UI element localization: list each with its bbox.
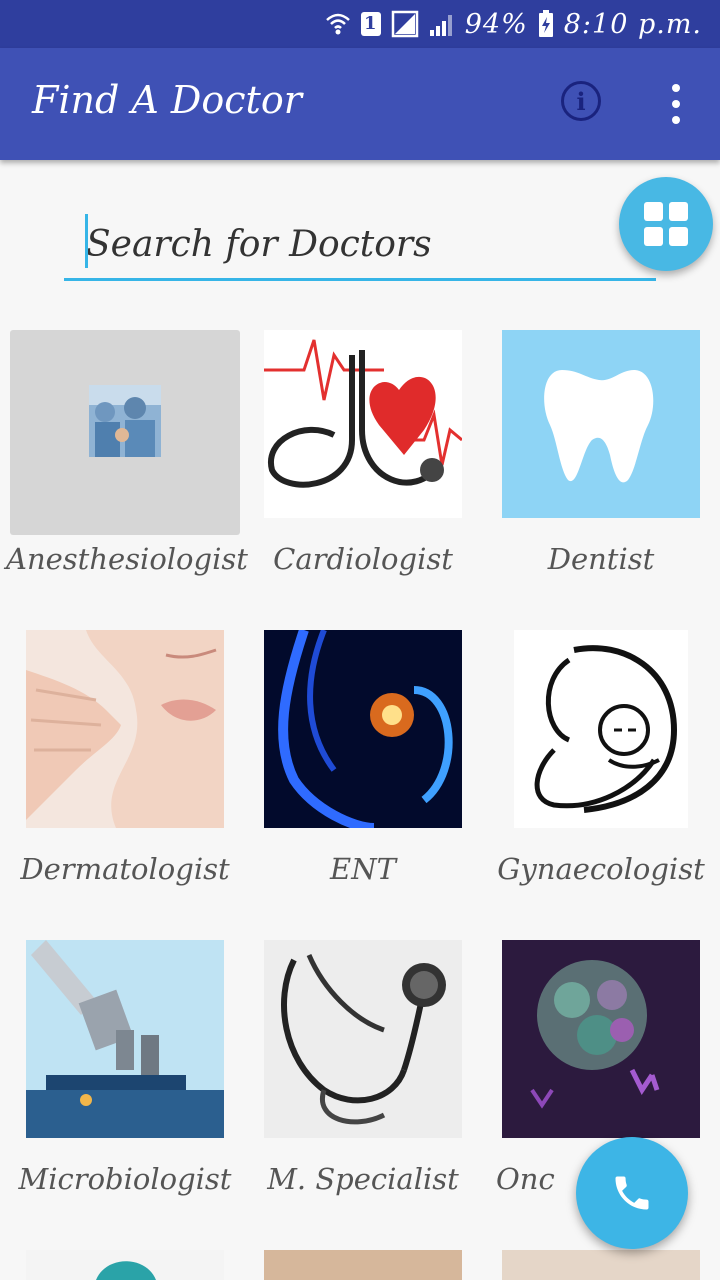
category-label: Dermatologist — [20, 852, 230, 886]
search-input[interactable] — [84, 218, 608, 270]
app-title: Find A Doctor — [32, 78, 302, 122]
category-label: Dentist — [547, 542, 655, 576]
cancer-cell-icon — [530, 960, 660, 1109]
signal-strength-icon — [429, 15, 452, 36]
category-m-specialist[interactable]: M. Specialist — [244, 940, 482, 1210]
m-specialist-image — [264, 940, 462, 1138]
category-cardiologist[interactable]: Cardiologist — [244, 320, 482, 590]
category-gynaecologist[interactable]: Gynaecologist — [482, 630, 720, 900]
overflow-menu-icon[interactable] — [664, 84, 688, 124]
category-label: M. Specialist — [267, 1162, 459, 1196]
dermatologist-image — [26, 630, 224, 828]
status-time: 8:10 p.m. — [563, 8, 702, 40]
category-image-partial[interactable] — [502, 1250, 700, 1280]
battery-charging-icon — [538, 10, 553, 37]
phone-icon — [615, 1176, 649, 1210]
battery-percent: 94% — [464, 8, 528, 40]
category-anesthesiologist[interactable]: Anesthesiologist — [0, 320, 250, 590]
oncologist-image — [502, 940, 700, 1138]
call-button[interactable] — [576, 1137, 688, 1249]
ent-image — [264, 630, 462, 828]
text-cursor — [85, 214, 88, 268]
category-label: Microbiologist — [18, 1162, 232, 1196]
no-sim-signal-icon — [391, 10, 418, 38]
app-bar: Find A Doctor i — [0, 48, 720, 160]
category-label: ENT — [330, 852, 396, 886]
category-label: Anesthesiologist — [6, 542, 248, 576]
anesthesiologist-image — [10, 330, 240, 535]
category-label: Gynaecologist — [497, 852, 705, 886]
search-container — [64, 208, 656, 281]
surgeons-image — [89, 385, 161, 457]
dentist-image — [502, 330, 700, 518]
category-image-partial[interactable] — [264, 1250, 462, 1280]
stethoscope-icon — [281, 954, 446, 1125]
sim-slot-badge: 1 — [360, 12, 381, 36]
category-ent[interactable]: ENT — [244, 630, 482, 900]
status-bar: 1 94% 8:10 p.m. — [0, 0, 720, 48]
microbiologist-image — [26, 940, 224, 1138]
info-icon[interactable]: i — [561, 81, 601, 121]
grid-view-button[interactable] — [619, 177, 713, 271]
gynaecologist-image — [514, 630, 688, 828]
category-microbiologist[interactable]: Microbiologist — [6, 940, 244, 1210]
category-dermatologist[interactable]: Dermatologist — [6, 630, 244, 900]
category-label: Cardiologist — [273, 542, 453, 576]
cardiologist-image — [264, 330, 462, 518]
grid-view-icon — [644, 202, 663, 221]
microscope-icon — [26, 940, 224, 1138]
category-image-partial[interactable] — [26, 1250, 224, 1280]
mother-baby-icon — [534, 645, 678, 813]
tooth-icon — [544, 370, 654, 483]
category-dentist[interactable]: Dentist — [482, 320, 720, 590]
wifi-icon — [325, 13, 350, 35]
